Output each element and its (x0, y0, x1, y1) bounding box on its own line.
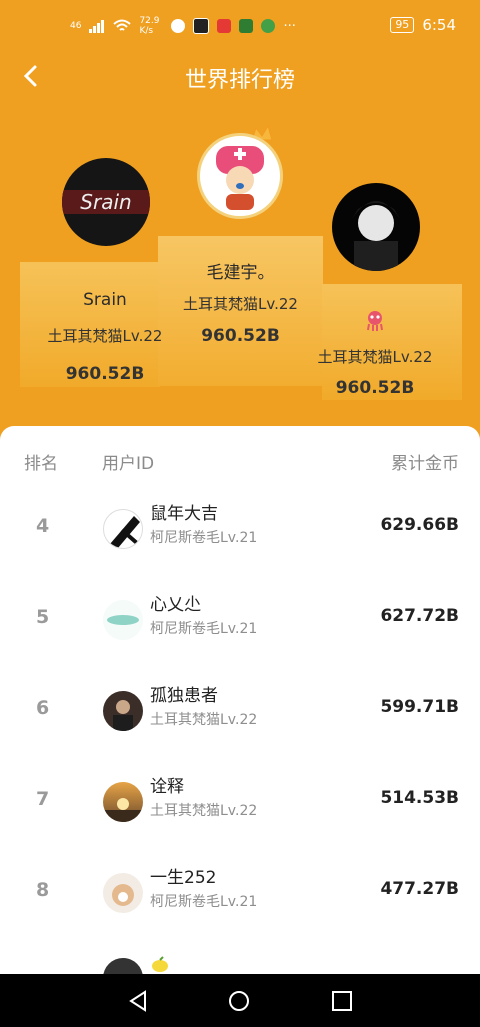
row-rank: 6 (36, 697, 50, 719)
system-nav-bar (0, 974, 480, 1027)
recents-nav-icon[interactable] (331, 990, 353, 1012)
row-coins: 629.66B (380, 515, 459, 535)
row-name: 心乂尐 (150, 595, 201, 615)
podium-second-coins: 960.52B (65, 364, 145, 384)
avatar (103, 509, 143, 549)
avatar-image (112, 884, 134, 906)
anime-avatar-icon (352, 201, 400, 271)
row-name: 孤独患者 (150, 686, 218, 706)
video-app-icon (193, 18, 210, 34)
avatar-image (113, 700, 133, 731)
row-name: 鼠年大吉 (150, 504, 218, 524)
table-row[interactable]: 4 鼠年大吉 柯尼斯卷毛Lv.21 629.66B (0, 504, 480, 606)
clock: 6:54 (422, 16, 456, 34)
podium-first-level: 土耳其梵猫Lv.22 (183, 295, 298, 313)
page-title: 世界排行榜 (184, 68, 295, 93)
row-level: 柯尼斯卷毛Lv.21 (150, 530, 258, 546)
avatar-image (107, 615, 139, 625)
network-speed: 72.9 K/s (139, 16, 160, 36)
wifi-icon (113, 19, 132, 31)
chopper-avatar-icon (216, 146, 264, 210)
podium-first-coins: 960.52B (201, 326, 280, 346)
row-level: 土耳其梵猫Lv.22 (150, 712, 258, 728)
avatar-image (110, 516, 140, 548)
battery-indicator: 95 (390, 17, 415, 33)
column-header-coins: 累计金币 (391, 454, 459, 474)
row-level: 柯尼斯卷毛Lv.21 (150, 894, 258, 910)
row-rank: 4 (36, 515, 50, 537)
avatar-third[interactable] (332, 183, 420, 271)
row-coins: 514.53B (380, 788, 459, 808)
avatar-image (103, 798, 143, 822)
avatar-second[interactable]: Srain (62, 158, 150, 246)
wechat-icon (171, 19, 186, 33)
row-coins: 477.27B (380, 879, 459, 899)
row-rank: 8 (36, 879, 50, 901)
avatar-logo-text: Srain (80, 190, 132, 214)
row-coins: 599.71B (380, 697, 459, 717)
table-row[interactable]: 5 心乂尐 柯尼斯卷毛Lv.21 627.72B (0, 595, 480, 697)
table-row[interactable]: 8 一生252 柯尼斯卷毛Lv.21 477.27B (0, 868, 480, 970)
signal-icon (89, 20, 105, 33)
row-level: 柯尼斯卷毛Lv.21 (150, 621, 258, 637)
row-level: 土耳其梵猫Lv.22 (150, 803, 258, 819)
table-row[interactable]: 7 诠释 土耳其梵猫Lv.22 514.53B (0, 777, 480, 879)
row-coins: 627.72B (380, 606, 459, 626)
podium-third-level: 土耳其梵猫Lv.22 (317, 348, 433, 366)
home-nav-icon[interactable] (228, 990, 250, 1012)
calendar-app-icon (239, 19, 254, 33)
podium-first-name: 毛建宇。 (206, 263, 275, 283)
row-rank: 7 (36, 788, 50, 810)
back-nav-icon[interactable] (127, 990, 149, 1012)
avatar (103, 691, 143, 731)
column-header-rank: 排名 (24, 454, 58, 474)
avatar (103, 782, 143, 822)
status-bar: 46 72.9 K/s ··· 95 6:54 (0, 0, 480, 56)
stock-app-icon (217, 19, 232, 33)
podium-third-coins: 960.52B (335, 378, 415, 398)
more-notifications-icon: ··· (283, 18, 296, 34)
avatar-logo: Srain (62, 190, 150, 214)
column-header-user: 用户ID (102, 454, 155, 474)
network-label: 46 (70, 21, 82, 31)
avatar (103, 873, 143, 913)
row-name: 诠释 (150, 777, 184, 797)
lemon-emoji-icon (152, 956, 168, 972)
avatar (103, 600, 143, 640)
row-rank: 5 (36, 606, 50, 628)
table-row[interactable]: 6 孤独患者 土耳其梵猫Lv.22 599.71B (0, 686, 480, 788)
octopus-emoji-icon (367, 311, 383, 331)
avatar-first[interactable] (197, 133, 283, 219)
row-name: 一生252 (150, 868, 217, 888)
browser-app-icon (261, 19, 276, 33)
